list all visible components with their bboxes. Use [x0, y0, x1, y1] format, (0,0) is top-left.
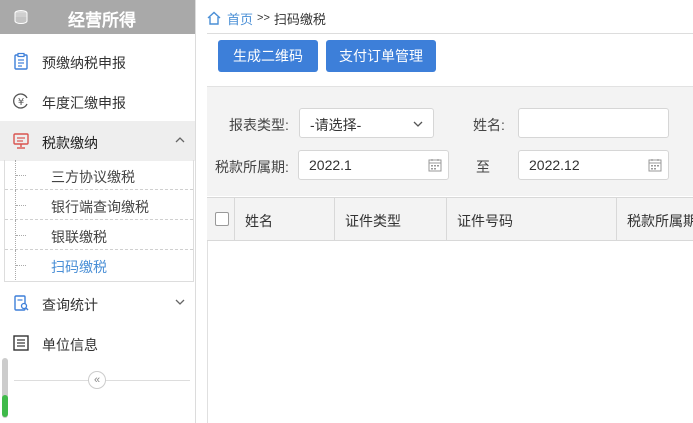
tree-connector [15, 160, 29, 190]
submenu-item-tripartite[interactable]: 三方协议缴税 [5, 160, 193, 190]
submenu-item-bank[interactable]: 银行端查询缴税 [5, 190, 193, 220]
table-border [207, 241, 208, 423]
chevron-down-icon [413, 121, 423, 127]
menu-item-unit-info[interactable]: 单位信息 [0, 323, 195, 363]
calendar-icon[interactable] [428, 158, 442, 172]
clipboard-icon [14, 52, 28, 70]
chevron-down-icon [175, 299, 185, 305]
menu-item-label: 年度汇缴申报 [42, 95, 126, 111]
breadcrumb-separator: >> [257, 12, 270, 24]
report-search-icon [14, 295, 29, 311]
period-to-input[interactable]: 2022.12 [518, 150, 669, 180]
period-to-value: 2022.12 [529, 157, 580, 173]
sidebar: 经营所得 预缴纳税申报 ¥ 年度汇缴申报 税款缴纳 三方协议缴税 银行端查询缴税… [0, 0, 196, 423]
menu-item-label: 单位信息 [42, 337, 98, 353]
payment-submenu: 三方协议缴税 银行端查询缴税 银联缴税 扫码缴税 [4, 160, 194, 282]
menu-item-query[interactable]: 查询统计 [0, 283, 195, 323]
scrollbar-thumb[interactable] [2, 395, 8, 417]
report-type-value: -请选择- [310, 117, 362, 133]
name-input[interactable] [518, 108, 669, 138]
menu-item-payment[interactable]: 税款缴纳 [0, 121, 195, 161]
list-icon [13, 335, 29, 351]
tree-connector [15, 220, 29, 250]
table-header: 姓名 证件类型 证件号码 税款所属期 [207, 197, 693, 241]
sidebar-title: 经营所得 [68, 11, 136, 30]
submenu-item-label: 扫码缴税 [51, 259, 107, 275]
monitor-icon [13, 133, 29, 149]
period-from-value: 2022.1 [309, 157, 352, 173]
column-header-id-type[interactable]: 证件类型 [335, 198, 447, 240]
column-header-name[interactable]: 姓名 [235, 198, 335, 240]
column-header-label: 证件类型 [345, 213, 401, 229]
menu-item-label: 查询统计 [42, 297, 98, 313]
submenu-item-label: 银行端查询缴税 [51, 199, 149, 215]
submenu-item-label: 银联缴税 [51, 229, 107, 245]
tree-connector [15, 190, 29, 220]
period-label: 税款所属期: [215, 159, 289, 175]
menu-item-label: 税款缴纳 [42, 135, 98, 151]
tree-connector [15, 250, 29, 280]
menu-item-annual[interactable]: ¥ 年度汇缴申报 [0, 81, 195, 121]
period-from-input[interactable]: 2022.1 [298, 150, 449, 180]
column-header-label: 姓名 [245, 213, 273, 229]
menu-item-prepay[interactable]: 预缴纳税申报 [0, 41, 195, 81]
tax-logo-icon [14, 10, 28, 25]
to-label: 至 [476, 159, 490, 175]
submenu-item-scan[interactable]: 扫码缴税 [5, 250, 193, 280]
collapse-sidebar-button[interactable]: « [88, 371, 106, 389]
column-header-id-number[interactable]: 证件号码 [447, 198, 617, 240]
sidebar-header: 经营所得 [0, 0, 195, 34]
column-header-period[interactable]: 税款所属期 [617, 198, 693, 240]
divider [207, 33, 693, 34]
name-label: 姓名: [473, 117, 505, 133]
chevron-up-icon [175, 137, 185, 143]
select-all-checkbox[interactable] [215, 212, 229, 226]
generate-qr-button[interactable]: 生成二维码 [218, 40, 318, 72]
select-all-cell [207, 198, 235, 240]
breadcrumb-current: 扫码缴税 [273, 11, 326, 27]
menu-item-label: 预缴纳税申报 [42, 55, 126, 71]
filter-panel: 报表类型: -请选择- 姓名: 税款所属期: 2022.1 至 2022.12 [207, 86, 693, 196]
submenu-item-unionpay[interactable]: 银联缴税 [5, 220, 193, 250]
column-header-label: 证件号码 [457, 213, 513, 229]
calendar-icon[interactable] [648, 158, 662, 172]
svg-text:¥: ¥ [18, 97, 24, 108]
report-type-select[interactable]: -请选择- [299, 108, 434, 138]
home-icon[interactable] [206, 10, 222, 26]
payment-orders-button[interactable]: 支付订单管理 [326, 40, 436, 72]
yen-circle-icon: ¥ [13, 93, 28, 109]
breadcrumb: 首页 >> 扫码缴税 [206, 8, 326, 28]
column-header-label: 税款所属期 [627, 213, 693, 229]
breadcrumb-home-link[interactable]: 首页 [227, 9, 253, 28]
submenu-item-label: 三方协议缴税 [51, 169, 135, 185]
report-type-label: 报表类型: [229, 117, 289, 133]
